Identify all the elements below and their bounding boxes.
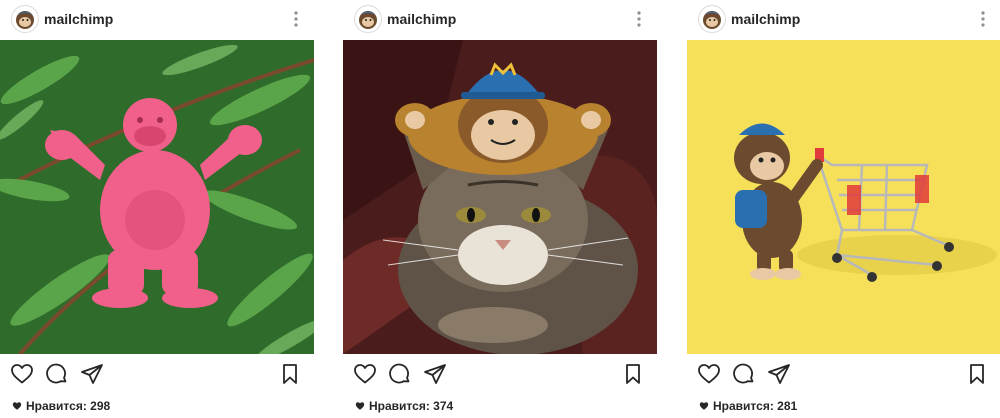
post-actions-bar bbox=[343, 354, 657, 392]
share-direct-icon[interactable] bbox=[767, 362, 791, 386]
share-direct-icon[interactable] bbox=[423, 362, 447, 386]
likes-number: 298 bbox=[90, 399, 111, 413]
freddie-logo-icon[interactable] bbox=[698, 5, 726, 33]
username-link[interactable]: mailchimp bbox=[387, 11, 456, 27]
post-photo-cat-in-monkey-hat[interactable] bbox=[343, 40, 657, 354]
post-header: mailchimp bbox=[343, 0, 657, 40]
heart-filled-icon bbox=[12, 402, 22, 410]
likes-count-row: Нравится: 374 bbox=[355, 399, 453, 413]
freddie-logo-icon[interactable] bbox=[11, 5, 39, 33]
more-options-icon[interactable] bbox=[973, 8, 993, 30]
comment-icon[interactable] bbox=[45, 362, 69, 386]
post-photo-pink-figure-on-ferns[interactable] bbox=[0, 40, 314, 354]
post-header: mailchimp bbox=[0, 0, 314, 40]
likes-number: 374 bbox=[433, 399, 454, 413]
instagram-post-3: mailchimp Нравится: 281 bbox=[687, 0, 1000, 418]
bookmark-icon[interactable] bbox=[278, 362, 302, 386]
more-options-icon[interactable] bbox=[286, 8, 306, 30]
likes-label: Нравится: bbox=[26, 399, 87, 413]
heart-filled-icon bbox=[355, 402, 365, 410]
post-actions-bar bbox=[0, 354, 314, 392]
freddie-logo-icon[interactable] bbox=[354, 5, 382, 33]
comment-icon[interactable] bbox=[732, 362, 756, 386]
comment-icon[interactable] bbox=[388, 362, 412, 386]
heart-outline-icon[interactable] bbox=[10, 362, 34, 386]
username-link[interactable]: mailchimp bbox=[44, 11, 113, 27]
instagram-post-1: mailchimp Нравится: 298 bbox=[0, 0, 314, 418]
likes-label: Нравится: bbox=[713, 399, 774, 413]
likes-count-row: Нравится: 281 bbox=[699, 399, 797, 413]
heart-filled-icon bbox=[699, 402, 709, 410]
heart-outline-icon[interactable] bbox=[353, 362, 377, 386]
more-options-icon[interactable] bbox=[629, 8, 649, 30]
post-header: mailchimp bbox=[687, 0, 1000, 40]
share-direct-icon[interactable] bbox=[80, 362, 104, 386]
bookmark-icon[interactable] bbox=[621, 362, 645, 386]
likes-number: 281 bbox=[777, 399, 798, 413]
likes-label: Нравится: bbox=[369, 399, 430, 413]
bookmark-icon[interactable] bbox=[965, 362, 989, 386]
post-actions-bar bbox=[687, 354, 1000, 392]
post-photo-monkey-with-shopping-cart[interactable] bbox=[687, 40, 1000, 354]
username-link[interactable]: mailchimp bbox=[731, 11, 800, 27]
heart-outline-icon[interactable] bbox=[697, 362, 721, 386]
likes-count-row: Нравится: 298 bbox=[12, 399, 110, 413]
instagram-post-2: mailchimp Нравится: 374 bbox=[343, 0, 657, 418]
